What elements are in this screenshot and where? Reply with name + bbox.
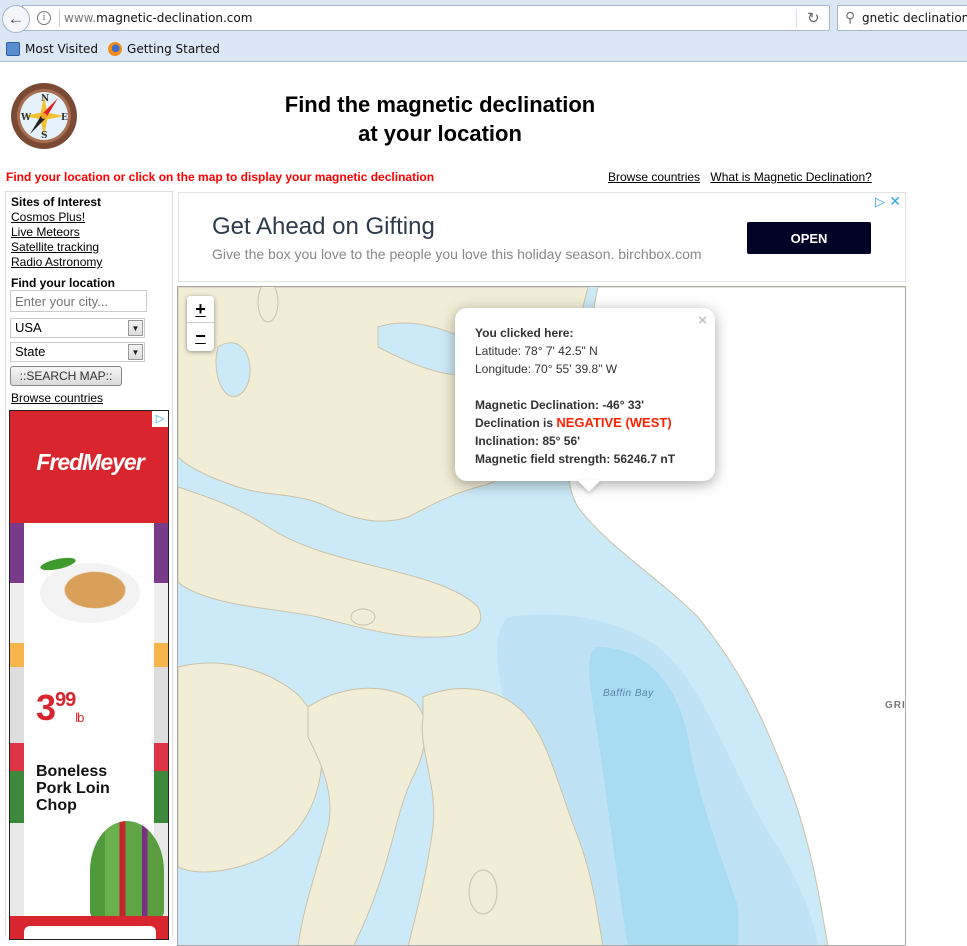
baffin-bay-label: Baffin Bay [603,688,654,699]
fred-meyer-logo: FredMeyer [36,449,144,475]
banner-advertisement[interactable]: Get Ahead on Gifting Give the box you lo… [178,192,906,282]
price-whole: 3 [36,687,56,728]
popup-close-icon[interactable]: × [698,312,707,329]
url-separator [59,9,60,27]
ad-open-button[interactable]: OPEN [747,222,871,254]
popup-declination-sign: Declination is NEGATIVE (WEST) [475,414,675,432]
sidebar-link-cosmos-plus[interactable]: Cosmos Plus! [11,210,85,224]
sidebar-browse-countries-link[interactable]: Browse countries [11,391,103,405]
browser-search-input[interactable]: gnetic declination fo [862,11,967,25]
city-input[interactable] [10,290,147,312]
find-location-heading: Find your location [11,276,115,290]
popup-pointer [577,480,601,492]
search-icon: ⚲ [845,9,856,25]
declination-prefix: Declination is [475,416,557,430]
instruction-text: Find your location or click on the map t… [6,170,435,184]
url-text[interactable]: www.magnetic-declination.com [64,11,252,25]
svg-text:S: S [41,131,48,141]
back-button[interactable]: ← [2,5,30,33]
state-select-value: State [15,344,46,359]
map-zoom-control: + − [187,296,214,351]
bookmark-label: Getting Started [127,42,220,56]
popup-content: You clicked here: Latitude: 78° 7' 42.5"… [475,324,675,468]
sidebar: Sites of Interest Cosmos Plus! Live Mete… [5,191,173,940]
firefox-icon [108,42,123,56]
small-island [468,869,498,915]
popup-declination: Magnetic Declination: -46° 33' [475,398,645,412]
compass-logo-icon[interactable]: N S W E [8,80,80,152]
ad-price: 399lb [36,687,84,729]
back-arrow-icon: ← [7,9,25,28]
title-line-1: Find the magnetic declination [284,92,596,117]
reload-separator [796,9,797,27]
banner-ad-title: Get Ahead on Gifting [212,213,435,240]
svg-text:E: E [61,113,68,123]
country-select[interactable]: USA ▼ [10,318,145,338]
product-line: Chop [36,797,77,814]
url-prefix: www. [64,11,97,25]
sidebar-link-radio-astronomy[interactable]: Radio Astronomy [11,255,102,269]
search-map-button[interactable]: ::SEARCH MAP:: [10,366,122,386]
svg-text:W: W [20,113,32,123]
product-line: Pork Loin [36,780,110,797]
title-line-2: at your location [358,121,522,146]
declination-sign-value: NEGATIVE (WEST) [556,415,672,430]
browse-countries-link[interactable]: Browse countries [608,170,700,184]
ad-product-name: Boneless Pork Loin Chop [36,763,110,814]
adchoices-icon[interactable]: ▷ [152,411,168,427]
ad-footer-button[interactable] [24,926,156,939]
popup-field-strength: Magnetic field strength: 56246.7 nT [475,452,676,466]
browser-search-bar[interactable]: ⚲ gnetic declination fo [837,5,967,31]
side-advertisement[interactable]: FredMeyer ▷ 399lb Boneless Pork Loin Cho… [9,410,169,940]
product-line: Boneless [36,763,108,780]
popup-spacer [475,378,675,396]
banner-ad-subtitle: Give the box you love to the people you … [212,246,702,262]
sidebar-link-satellite-tracking[interactable]: Satellite tracking [11,240,99,254]
site-info-icon[interactable]: i [37,11,51,25]
state-select[interactable]: State ▼ [10,342,145,362]
price-unit: lb [75,710,84,725]
popup-heading: You clicked here: [475,326,574,340]
declination-popup: × You clicked here: Latitude: 78° 7' 42.… [455,308,715,481]
browser-chrome: i www.magnetic-declination.com ↻ ← ⚲ gne… [0,0,967,62]
adchoices-icon[interactable]: ▷ [875,194,885,210]
bookmark-most-visited[interactable]: Most Visited [6,42,98,56]
bookmark-label: Most Visited [25,42,99,56]
price-cents: 99 [55,689,76,711]
pork-chop-image [40,563,140,623]
chevron-down-icon[interactable]: ▼ [128,344,143,360]
url-domain: magnetic-declination.com [96,11,253,25]
popup-longitude: Longitude: 70° 55' 39.8" W [475,362,618,376]
chevron-down-icon[interactable]: ▼ [128,320,143,336]
popup-latitude: Latitude: 78° 7' 42.5" N [475,344,598,358]
sites-of-interest-heading: Sites of Interest [11,195,102,209]
what-is-declination-link[interactable]: What is Magnetic Declination? [710,170,871,184]
popup-inclination: Inclination: 85° 56' [475,434,581,448]
bookmarks-toolbar: Most Visited Getting Started [0,38,224,60]
produce-border-left [10,523,24,923]
country-select-value: USA [15,320,42,335]
ad-close-icon[interactable]: ✕ [889,193,901,210]
navigation-bar: i www.magnetic-declination.com ↻ ← ⚲ gne… [0,4,967,33]
small-island [257,287,279,323]
url-bar[interactable]: i www.magnetic-declination.com ↻ [22,5,830,31]
small-island [350,608,376,626]
vegetables-image [90,821,164,921]
page-title: Find the magnetic declination at your lo… [180,90,700,148]
greenland-label: GRI [885,700,906,711]
sidebar-link-live-meteors[interactable]: Live Meteors [11,225,80,239]
zoom-out-button[interactable]: − [187,323,214,350]
reload-icon[interactable]: ↻ [807,9,820,27]
bookmark-getting-started[interactable]: Getting Started [108,42,220,56]
zoom-in-button[interactable]: + [187,296,214,323]
svg-text:N: N [41,94,49,104]
most-visited-icon [6,42,20,56]
header-links: Browse countries What is Magnetic Declin… [608,170,879,184]
